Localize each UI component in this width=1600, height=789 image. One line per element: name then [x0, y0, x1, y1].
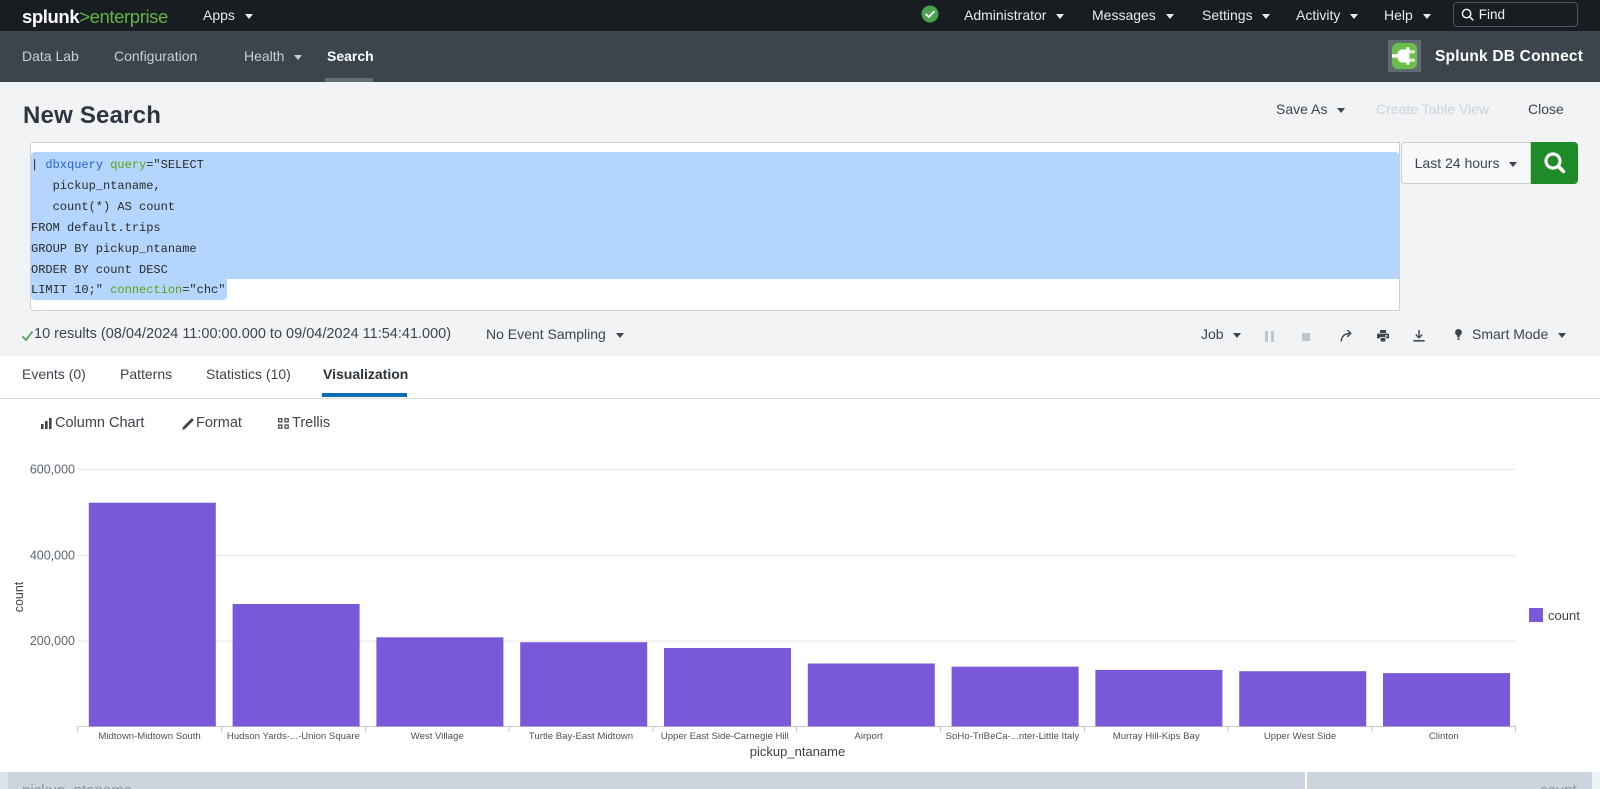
svg-text:count: count	[12, 581, 26, 612]
svg-text:SoHo-TriBeCa-...nter-Little It: SoHo-TriBeCa-...nter-Little Italy	[946, 731, 1080, 742]
svg-text:200,000: 200,000	[30, 634, 75, 648]
svg-text:Hudson Yards-...-Union Square: Hudson Yards-...-Union Square	[227, 731, 360, 742]
svg-text:count: count	[1548, 608, 1580, 623]
svg-text:400,000: 400,000	[30, 548, 75, 562]
svg-text:Midtown-Midtown South: Midtown-Midtown South	[98, 731, 200, 742]
svg-text:Turtle Bay-East Midtown: Turtle Bay-East Midtown	[529, 731, 633, 742]
svg-text:West Village: West Village	[411, 731, 464, 742]
svg-text:Upper West Side: Upper West Side	[1264, 731, 1336, 742]
svg-text:Upper East Side-Carnegie Hill: Upper East Side-Carnegie Hill	[661, 731, 789, 742]
svg-text:Clinton: Clinton	[1429, 731, 1459, 742]
svg-text:600,000: 600,000	[30, 463, 75, 477]
svg-text:Murray Hill-Kips Bay: Murray Hill-Kips Bay	[1113, 731, 1200, 742]
svg-text:pickup_ntaname: pickup_ntaname	[750, 744, 845, 759]
svg-text:Airport: Airport	[854, 731, 883, 742]
